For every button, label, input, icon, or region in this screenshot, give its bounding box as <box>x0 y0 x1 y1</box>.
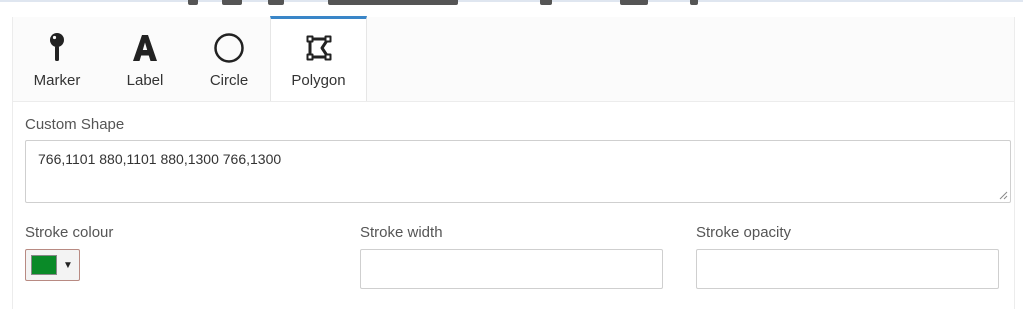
stroke-opacity-input[interactable] <box>696 249 999 289</box>
stroke-colour-swatch <box>31 255 57 275</box>
tab-polygon[interactable]: Polygon <box>270 16 367 101</box>
letter-a-icon <box>132 32 158 64</box>
tab-circle[interactable]: Circle <box>189 17 269 101</box>
tab-marker-label: Marker <box>33 72 81 89</box>
tab-label[interactable]: Label <box>101 17 189 101</box>
tab-label-label: Label <box>126 72 164 89</box>
custom-shape-label: Custom Shape <box>25 116 125 133</box>
polygon-icon <box>305 32 333 64</box>
circle-icon <box>213 32 245 64</box>
custom-shape-value: 766,1101 880,1101 880,1300 766,1300 <box>38 151 282 167</box>
tab-marker[interactable]: Marker <box>13 17 101 101</box>
stroke-opacity-label: Stroke opacity <box>696 224 792 241</box>
tab-circle-label: Circle <box>209 72 249 89</box>
map-pin-icon <box>49 32 65 64</box>
stroke-colour-label: Stroke colour <box>25 224 114 241</box>
shape-editor-panel: Marker Label Circle Polygon Custom Shape… <box>12 16 1015 309</box>
stroke-width-label: Stroke width <box>360 224 443 241</box>
shape-type-tabs: Marker Label Circle Polygon <box>13 16 1014 102</box>
tab-polygon-label: Polygon <box>291 72 346 89</box>
stroke-width-input[interactable] <box>360 249 663 289</box>
resize-handle-icon[interactable] <box>999 191 1008 200</box>
cropped-top-content <box>0 0 1023 10</box>
stroke-colour-picker[interactable]: ▼ <box>25 249 80 281</box>
chevron-down-icon: ▼ <box>63 259 73 271</box>
custom-shape-textarea[interactable]: 766,1101 880,1101 880,1300 766,1300 <box>25 140 1011 203</box>
